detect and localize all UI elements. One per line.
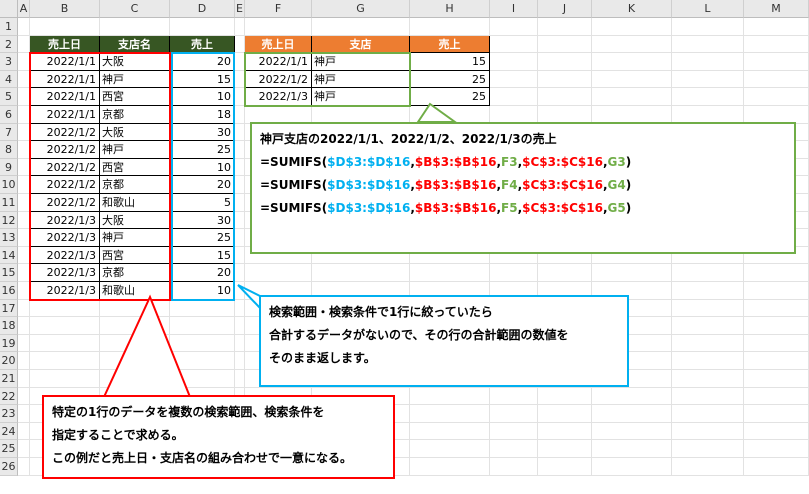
formula-part-sum-range: $D$3:$D$16 [327, 201, 411, 215]
formula-line: =SUMIFS($D$3:$D$16,$B$3:$B$16,F3,$C$3:$C… [260, 151, 786, 174]
formula-part-crit-range1: $B$3:$B$16 [414, 155, 497, 169]
red-callout-line: この例だと売上日・支店名の組み合わせで一意になる。 [52, 451, 353, 465]
blue-callout-line: そのまま返します。 [269, 351, 376, 365]
formula-part-crit-range2: $C$3:$C$16 [522, 201, 603, 215]
formula-part-crit2: G3 [607, 155, 626, 169]
formula-part-crit-range2: $C$3:$C$16 [522, 155, 603, 169]
red-callout-line: 特定の1行のデータを複数の検索範囲、検索条件を [52, 405, 325, 419]
formula-line: =SUMIFS($D$3:$D$16,$B$3:$B$16,F5,$C$3:$C… [260, 197, 786, 220]
green-callout-pointer [416, 102, 459, 123]
formula-part-prefix: =SUMIFS( [260, 201, 328, 215]
blue-callout-pointer [237, 284, 261, 311]
formula-part-crit2: G4 [607, 178, 626, 192]
red-callout-pointer [102, 294, 192, 398]
formula-part-crit1: F5 [501, 201, 518, 215]
formula-line: =SUMIFS($D$3:$D$16,$B$3:$B$16,F4,$C$3:$C… [260, 174, 786, 197]
formula-part-suffix: ) [625, 178, 632, 192]
formula-part-crit1: F4 [501, 178, 518, 192]
blue-callout: 検索範囲・検索条件で1行に絞っていたら合計するデータがないので、その行の合計範囲… [259, 295, 629, 387]
formula-part-suffix: ) [625, 155, 632, 169]
red-callout: 特定の1行のデータを複数の検索範囲、検索条件を 指定することで求める。この例だと売… [42, 395, 395, 479]
formula-callout: 神戸支店の2022/1/1、2022/1/2、2022/1/3の売上 =SUMI… [250, 122, 796, 254]
formula-part-crit-range1: $B$3:$B$16 [414, 201, 497, 215]
formula-part-crit2: G5 [607, 201, 626, 215]
formula-part-sum-range: $D$3:$D$16 [327, 155, 411, 169]
formula-part-prefix: =SUMIFS( [260, 155, 328, 169]
red-callout-line: 指定することで求める。 [52, 428, 184, 442]
formula-part-crit-range2: $C$3:$C$16 [522, 178, 603, 192]
formula-part-suffix: ) [625, 201, 632, 215]
blue-callout-line: 検索範囲・検索条件で1行に絞っていたら [269, 305, 493, 319]
formula-part-prefix: =SUMIFS( [260, 178, 328, 192]
formula-part-sum-range: $D$3:$D$16 [327, 178, 411, 192]
formula-callout-title: 神戸支店の2022/1/1、2022/1/2、2022/1/3の売上 [260, 132, 557, 146]
formula-part-crit-range1: $B$3:$B$16 [414, 178, 497, 192]
blue-callout-line: 合計するデータがないので、その行の合計範囲の数値を [269, 328, 569, 342]
formula-part-crit1: F3 [501, 155, 518, 169]
